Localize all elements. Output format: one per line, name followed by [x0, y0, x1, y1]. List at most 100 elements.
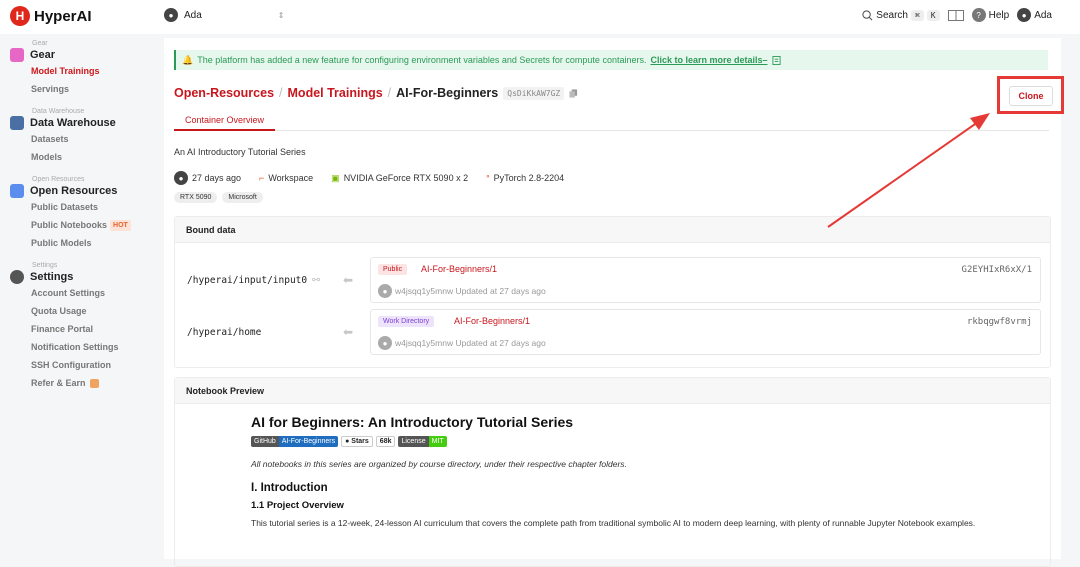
notebook-preview-panel: Notebook Preview AI for Beginners: An In… [174, 377, 1051, 567]
notebook-subsection-heading: 1.1 Project Overview [251, 500, 344, 511]
shield-key: Stars [351, 438, 369, 445]
mount-path: /hyperai/home [187, 327, 261, 338]
sidebar-group-settings[interactable]: Settings [10, 270, 150, 284]
container-description: An AI Introductory Tutorial Series [174, 147, 306, 157]
stars-count: 68k [375, 436, 396, 447]
meta-gpu-text: NVIDIA GeForce RTX 5090 x 2 [343, 173, 469, 183]
user-avatar-icon: ● [174, 171, 188, 185]
sidebar-caption-open-resources: Open Resources [32, 176, 85, 183]
stars-shield[interactable]: ● Stars [341, 436, 373, 447]
sidebar-group-data-warehouse[interactable]: Data Warehouse [10, 116, 150, 130]
search-label: Search [876, 9, 908, 21]
user-avatar-icon: ● [378, 336, 392, 350]
sidebar-item-quota-usage[interactable]: Quota Usage [31, 302, 150, 320]
gear-group-icon [10, 48, 24, 62]
page-title: AI-For-Beginners [396, 86, 499, 100]
hot-badge: HOT [110, 220, 131, 232]
help-button[interactable]: ? Help [971, 8, 1010, 22]
meta-workspace: ⌐ Workspace [259, 173, 313, 183]
bound-data-panel: Bound data /hyperai/input/input0 ⚯ ⬅ Pub… [174, 216, 1051, 368]
sidebar-item-account-settings[interactable]: Account Settings [31, 284, 150, 302]
top-bar: H HyperAI ● Ada ⇕ Search ⌘ K ? Help ● Ad… [0, 0, 1080, 34]
sidebar-item-label: Refer & Earn [31, 378, 86, 388]
breadcrumb-open-resources[interactable]: Open-Resources [174, 86, 274, 100]
sidebar-group-title: Data Warehouse [30, 117, 116, 129]
breadcrumb-model-trainings[interactable]: Model Trainings [288, 86, 383, 100]
brand-logo[interactable]: H HyperAI [10, 6, 92, 26]
database-icon [10, 116, 24, 130]
shield-key: License [398, 436, 429, 447]
sidebar-item-refer-earn[interactable]: Refer & Earn [31, 374, 150, 392]
docs-button[interactable] [947, 9, 964, 21]
user-avatar-icon: ● [378, 284, 392, 298]
mount-path-text: /hyperai/input/input0 [187, 275, 308, 286]
shield-key: GitHub [251, 436, 279, 447]
panel-title: Notebook Preview [175, 378, 1050, 404]
workspace-switcher[interactable]: ● Ada ⇕ [164, 8, 285, 22]
container-id: QsDiKkAW7GZ [503, 86, 565, 100]
tag-microsoft[interactable]: Microsoft [222, 192, 263, 203]
tag-rtx5090[interactable]: RTX 5090 [174, 192, 218, 203]
notebook-body: AI for Beginners: An Introductory Tutori… [175, 404, 1050, 530]
container-meta: ● 27 days ago ⌐ Workspace ▣ NVIDIA GeFor… [174, 171, 564, 185]
notebook-paragraph: This tutorial series is a 12-week, 24-le… [251, 518, 976, 528]
notebook-heading: AI for Beginners: An Introductory Tutori… [251, 414, 574, 430]
notebook-section-heading: I. Introduction [251, 482, 328, 494]
bell-icon: 🔔 [182, 54, 194, 65]
unlink-icon[interactable]: ⚯ [312, 275, 320, 286]
license-shield[interactable]: License MIT [398, 436, 447, 447]
sidebar-item-ssh-configuration[interactable]: SSH Configuration [31, 356, 150, 374]
copy-icon[interactable] [569, 88, 578, 98]
dataset-link[interactable]: AI-For-Beginners/1 [421, 264, 497, 274]
sidebar-caption-settings: Settings [32, 262, 58, 269]
book-icon [947, 9, 964, 21]
dataset-owner-text: w4jsqq1y5mnw Updated at 27 days ago [395, 338, 546, 348]
sidebar-group-gear[interactable]: Gear [10, 48, 150, 62]
sidebar-group-title: Open Resources [30, 185, 118, 197]
pytorch-icon: ᐤ [486, 172, 490, 183]
sidebar-item-finance-portal[interactable]: Finance Portal [31, 320, 150, 338]
meta-framework: ᐤ PyTorch 2.8-2204 [486, 173, 564, 184]
sidebar-item-public-datasets[interactable]: Public Datasets [31, 198, 150, 216]
sidebar-group-title: Gear [30, 49, 56, 61]
sidebar-item-public-notebooks[interactable]: Public Notebooks HOT [31, 216, 150, 234]
dataset-hash: G2EYHIxR6xX/1 [961, 265, 1032, 275]
workspace-user: Ada [184, 9, 202, 21]
notice-banner: 🔔 The platform has added a new feature f… [174, 50, 1048, 70]
account-name: Ada [1034, 9, 1052, 21]
workspace-icon: ⌐ [259, 173, 265, 183]
sidebar-item-servings[interactable]: Servings [31, 80, 150, 98]
arrow-left-icon: ⬅ [343, 325, 354, 339]
brand-name: HyperAI [34, 7, 92, 25]
mount-path-text: /hyperai/home [187, 327, 262, 338]
meta-workspace-text: Workspace [268, 173, 314, 183]
sidebar-item-model-trainings[interactable]: Model Trainings [31, 62, 150, 80]
help-label: Help [988, 9, 1010, 21]
user-avatar-icon: ● [164, 8, 178, 22]
breadcrumb-separator: / [387, 86, 392, 100]
dataset-card[interactable]: Public AI-For-Beginners/1 G2EYHIxR6xX/1 … [370, 257, 1041, 303]
kbd-cmd: ⌘ [910, 9, 924, 21]
dataset-owner-text: w4jsqq1y5mnw Updated at 27 days ago [395, 286, 546, 296]
clone-highlight-box [997, 76, 1064, 114]
notice-text: The platform has added a new feature for… [197, 55, 647, 65]
meta-gpu: ▣ NVIDIA GeForce RTX 5090 x 2 [331, 173, 468, 184]
tab-container-overview[interactable]: Container Overview [174, 112, 276, 131]
sidebar-caption-data-warehouse: Data Warehouse [32, 108, 85, 115]
sidebar-item-datasets[interactable]: Datasets [31, 130, 150, 148]
meta-age-text: 27 days ago [192, 173, 242, 183]
dataset-link[interactable]: AI-For-Beginners/1 [454, 316, 530, 326]
search-button[interactable]: Search ⌘ K [862, 9, 940, 21]
sidebar-item-models[interactable]: Models [31, 148, 150, 166]
breadcrumb: Open-Resources / Model Trainings / AI-Fo… [174, 86, 578, 100]
github-shield[interactable]: GitHub AI-For-Beginners [251, 436, 339, 447]
dataset-hash: rkbqgwf8vrmj [966, 317, 1032, 327]
badge-row: GitHub AI-For-Beginners ● Stars 68k Licen… [251, 436, 1050, 447]
sidebar-item-public-models[interactable]: Public Models [31, 234, 150, 252]
dataset-card[interactable]: Work Directory AI-For-Beginners/1 rkbqgw… [370, 309, 1041, 355]
sidebar-item-notification-settings[interactable]: Notification Settings [31, 338, 150, 356]
settings-gear-icon [10, 270, 24, 284]
sidebar-group-open-resources[interactable]: Open Resources [10, 184, 150, 198]
notice-link[interactable]: Click to learn more details– [650, 55, 767, 65]
account-menu[interactable]: ● Ada [1017, 8, 1052, 22]
